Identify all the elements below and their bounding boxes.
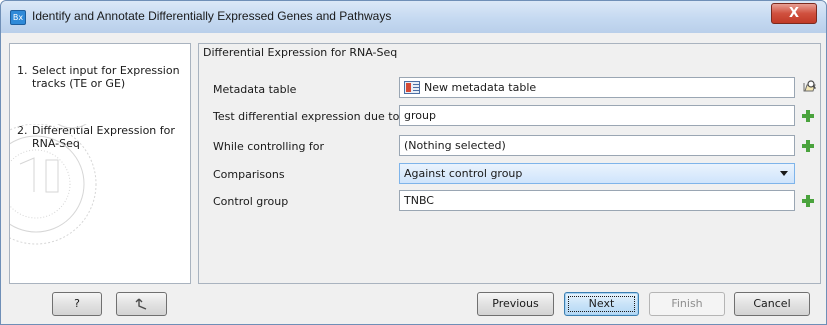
title-bar[interactable]: Bx Identify and Annotate Differentially … bbox=[1, 1, 826, 33]
app-icon: Bx bbox=[10, 10, 26, 25]
reset-icon bbox=[135, 298, 146, 310]
control-group-field[interactable]: TNBC bbox=[399, 190, 795, 211]
controlling-for-field[interactable]: (Nothing selected) bbox=[399, 135, 795, 156]
step-label: Select input for Expression tracks (TE o… bbox=[32, 64, 180, 90]
metadata-table-field[interactable]: New metadata table bbox=[399, 77, 795, 98]
settings-panel: Differential Expression for RNA-Seq Meta… bbox=[198, 43, 821, 284]
comparisons-label: Comparisons bbox=[213, 168, 285, 181]
test-due-to-label: Test differential expression due to bbox=[213, 110, 400, 123]
help-button[interactable]: ? bbox=[52, 292, 102, 316]
metadata-table-label: Metadata table bbox=[213, 83, 297, 96]
plus-icon[interactable] bbox=[802, 110, 814, 122]
metadata-table-icon bbox=[404, 81, 420, 94]
controlling-for-label: While controlling for bbox=[213, 140, 325, 153]
plus-icon[interactable] bbox=[802, 140, 814, 152]
cancel-button[interactable]: Cancel bbox=[734, 292, 810, 316]
dialog-window: Bx Identify and Annotate Differentially … bbox=[0, 0, 827, 325]
control-group-label: Control group bbox=[213, 195, 289, 208]
next-button[interactable]: Next bbox=[564, 292, 639, 316]
step-number: 1. bbox=[17, 64, 28, 77]
wizard-steps-panel: 1. Select input for Expression tracks (T… bbox=[9, 43, 191, 284]
metadata-table-value: New metadata table bbox=[424, 81, 537, 94]
comparisons-value: Against control group bbox=[404, 167, 523, 180]
reset-button[interactable] bbox=[116, 292, 167, 316]
finish-button[interactable]: Finish bbox=[649, 292, 725, 316]
close-button[interactable]: X bbox=[771, 3, 817, 24]
window-title: Identify and Annotate Differentially Exp… bbox=[32, 9, 392, 23]
section-title: Differential Expression for RNA-Seq bbox=[203, 46, 398, 59]
watermark-icon bbox=[10, 124, 97, 245]
test-due-to-field[interactable]: group bbox=[399, 105, 795, 126]
chevron-down-icon bbox=[780, 171, 788, 176]
comparisons-dropdown[interactable]: Against control group bbox=[399, 163, 795, 184]
previous-button[interactable]: Previous bbox=[477, 292, 554, 316]
focus-outline bbox=[568, 296, 635, 312]
plus-icon[interactable] bbox=[802, 195, 814, 207]
browse-icon[interactable] bbox=[802, 79, 816, 93]
